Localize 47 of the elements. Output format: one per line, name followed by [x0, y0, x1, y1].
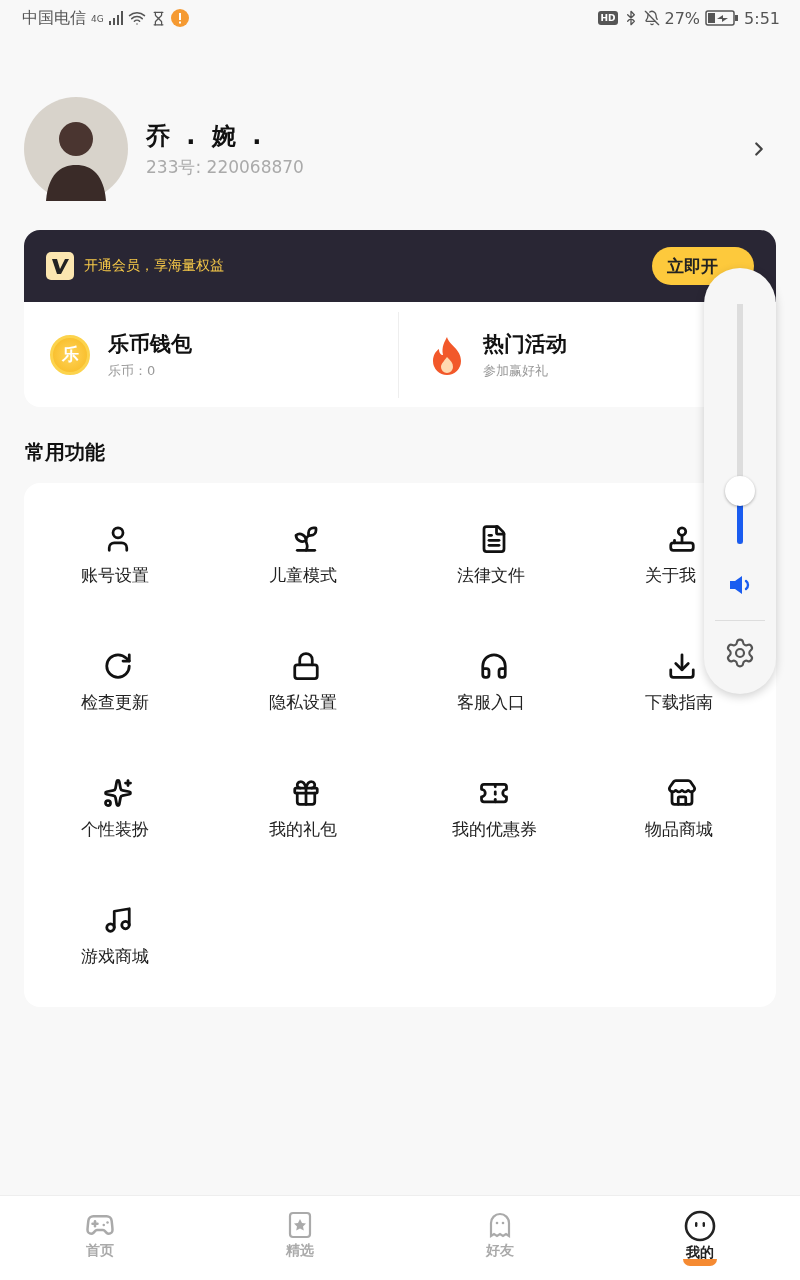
network-type: 4G	[91, 13, 104, 24]
slider-thumb[interactable]	[725, 476, 755, 507]
lock-icon	[291, 651, 321, 681]
function-label[interactable]: 儿童模式	[269, 565, 337, 585]
alert-icon	[170, 9, 189, 27]
tab-label[interactable]: 我的	[686, 1244, 714, 1262]
function-label[interactable]: 我的优惠券	[451, 819, 537, 839]
function-label[interactable]: 关于我	[645, 565, 696, 585]
function-label[interactable]: 我的礼包	[269, 819, 337, 839]
function-label[interactable]: 物品商城	[645, 819, 713, 839]
vip-promo-text: 开通会员，享海量权益	[84, 257, 225, 275]
wallet-item-subtitle: 乐币：0	[108, 361, 157, 380]
signal-icon	[108, 11, 123, 25]
refresh-icon	[103, 651, 133, 681]
download-icon	[667, 651, 697, 681]
gift-icon	[291, 778, 321, 808]
wallet-item-title[interactable]: 热门活动	[482, 329, 567, 358]
settings-icon[interactable]	[724, 637, 756, 669]
coin-icon: 乐	[50, 334, 90, 375]
carrier-name: 中国电信	[22, 7, 86, 29]
hd-badge: HD	[598, 11, 618, 25]
vip-logo-icon	[46, 252, 74, 280]
function-label[interactable]: 法律文件	[457, 565, 525, 585]
function-label[interactable]: 下载指南	[645, 692, 713, 712]
user-id: 233号: 220068870	[146, 155, 305, 179]
function-label[interactable]: 隐私设置	[269, 692, 337, 712]
function-label[interactable]: 客服入口	[457, 692, 525, 712]
wifi-icon	[127, 9, 146, 27]
section-title: 常用功能	[25, 439, 106, 466]
function-label[interactable]: 账号设置	[81, 565, 149, 585]
wallet-item-title[interactable]: 乐币钱包	[108, 329, 192, 358]
store-icon	[667, 778, 697, 808]
sparkle-icon	[103, 778, 133, 808]
function-label[interactable]: 检查更新	[81, 692, 149, 712]
user-name: 乔 . 婉 .	[146, 120, 267, 152]
face-icon	[684, 1210, 716, 1242]
battery-percent: 27%	[664, 8, 701, 28]
bell-off-icon	[643, 10, 660, 26]
wallet-item-subtitle: 参加赢好礼	[482, 361, 549, 380]
headphones-icon	[479, 651, 509, 681]
clock-time: 5:51	[744, 8, 780, 28]
function-label[interactable]: 个性装扮	[81, 819, 149, 839]
battery-icon	[705, 10, 740, 26]
avatar[interactable]	[24, 97, 128, 201]
joystick-icon	[667, 524, 697, 554]
music-note-icon	[103, 905, 133, 935]
function-label[interactable]: 游戏商城	[81, 946, 149, 966]
